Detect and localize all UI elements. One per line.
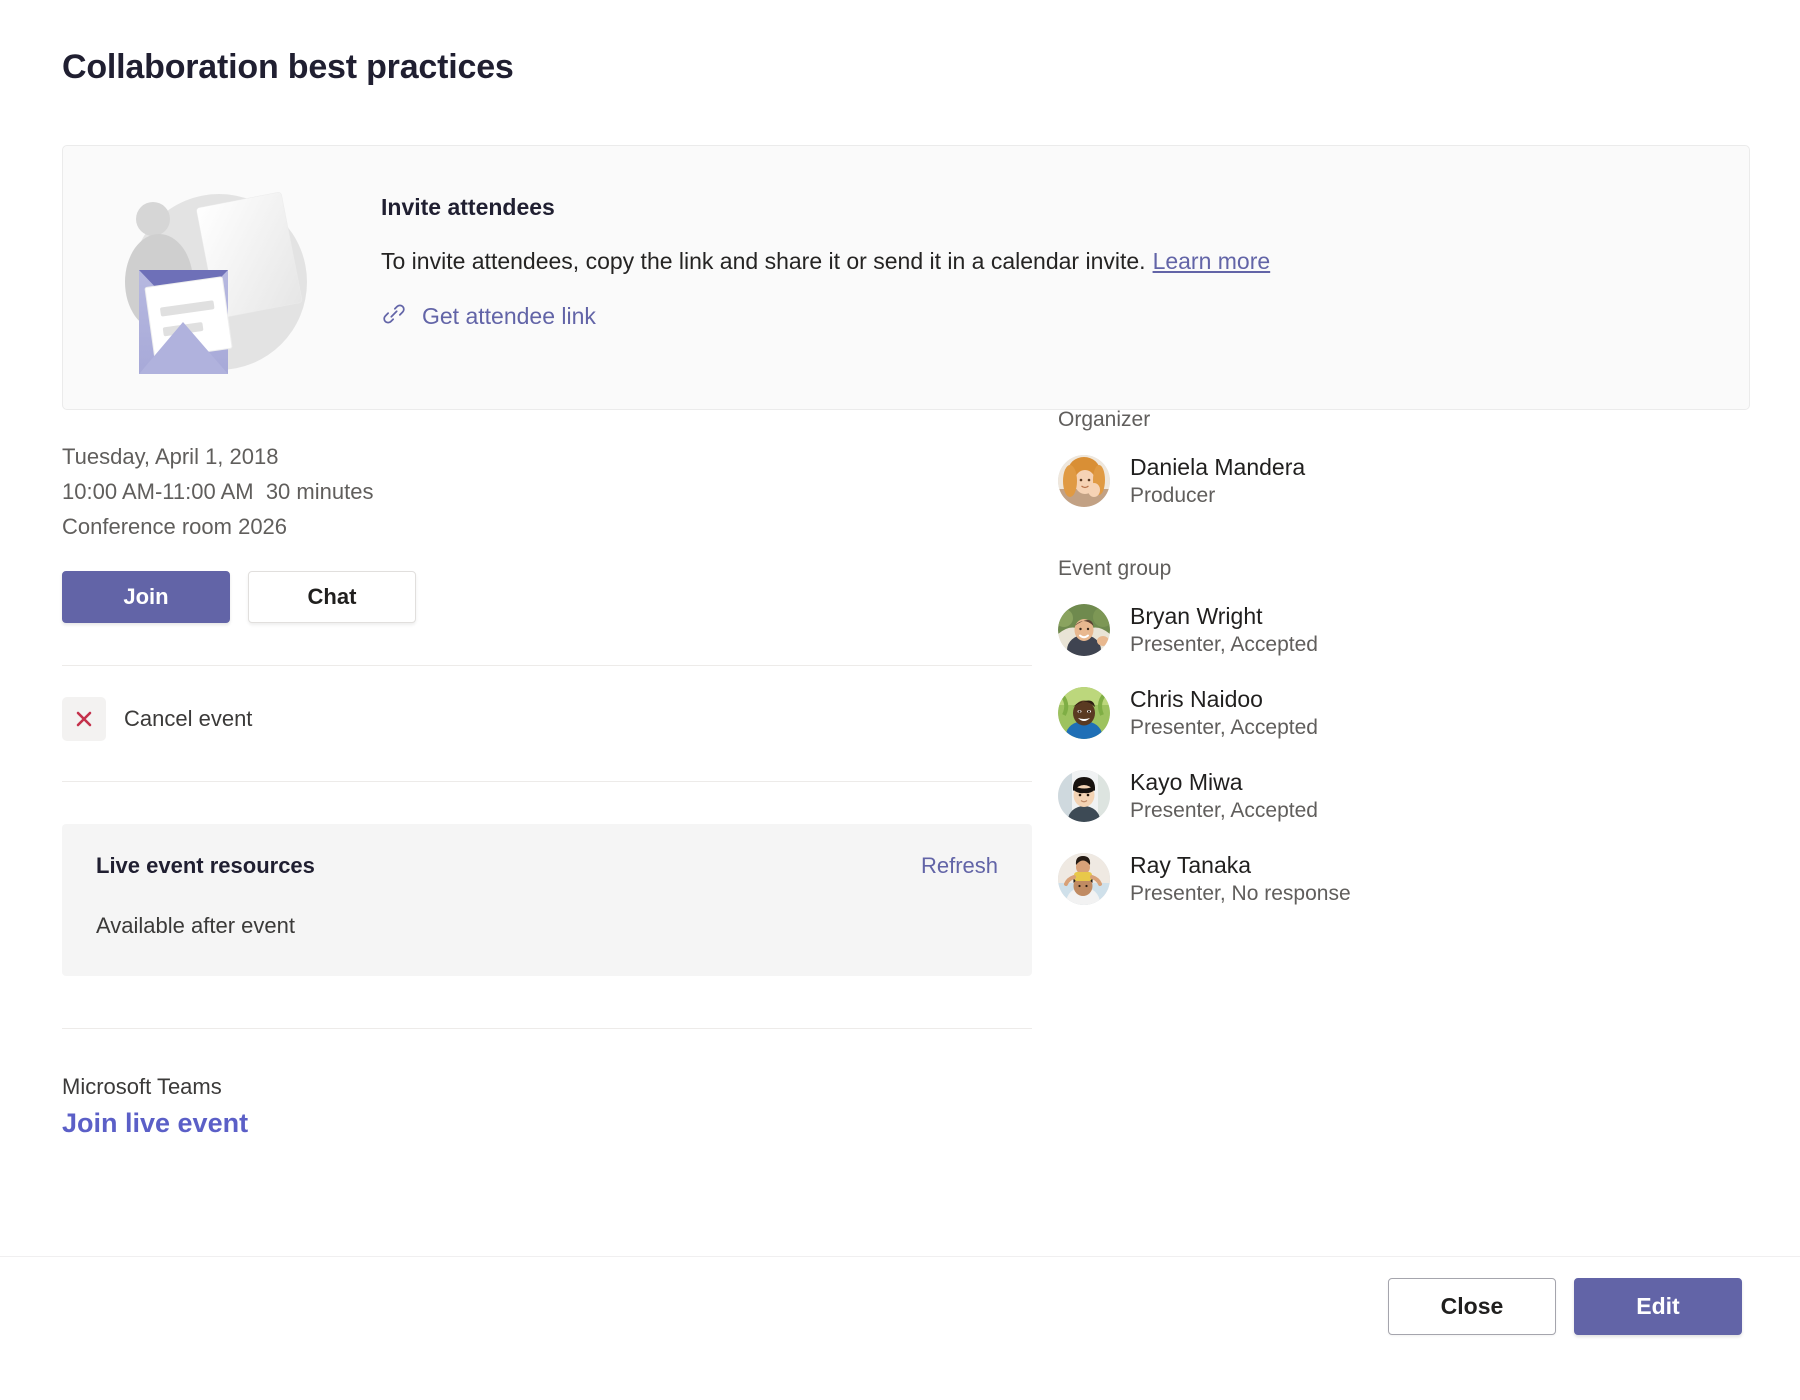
live-event-resources-status: Available after event (96, 913, 998, 939)
get-attendee-link-label: Get attendee link (422, 303, 596, 330)
event-date: Tuesday, April 1, 2018 (62, 440, 1032, 475)
list-item[interactable]: Ray Tanaka Presenter, No response (1058, 852, 1698, 907)
chat-button[interactable]: Chat (248, 571, 416, 623)
teams-provider-label: Microsoft Teams (62, 1074, 1032, 1100)
learn-more-link[interactable]: Learn more (1153, 248, 1271, 274)
organizer-role: Producer (1130, 484, 1305, 509)
member-text: Kayo Miwa Presenter, Accepted (1130, 769, 1318, 824)
join-button[interactable]: Join (62, 571, 230, 623)
invite-banner-heading: Invite attendees (381, 194, 1725, 221)
event-action-buttons: Join Chat (62, 571, 1032, 623)
footer-actions: Close Edit (1388, 1278, 1742, 1335)
invite-description-text: To invite attendees, copy the link and s… (381, 248, 1146, 274)
cancel-event-button[interactable]: Cancel event (62, 666, 1032, 741)
list-item[interactable]: Bryan Wright Presenter, Accepted (1058, 603, 1698, 658)
live-event-details-page: Collaboration best practices (0, 0, 1800, 1400)
event-group-section-label: Event group (1058, 557, 1698, 581)
avatar (1058, 853, 1110, 905)
close-button[interactable]: Close (1388, 1278, 1556, 1335)
organizer-section-label: Organizer (1058, 408, 1698, 432)
invite-banner-description: To invite attendees, copy the link and s… (381, 247, 1725, 276)
invite-illustration-icon (101, 164, 326, 384)
invite-attendees-banner: Invite attendees To invite attendees, co… (62, 145, 1750, 410)
page-title: Collaboration best practices (62, 48, 514, 87)
member-role: Presenter, Accepted (1130, 633, 1318, 658)
event-time: 10:00 AM-11:00 AM 30 minutes (62, 475, 1032, 510)
live-event-resources-title: Live event resources (96, 853, 998, 879)
member-name: Bryan Wright (1130, 603, 1318, 630)
edit-button[interactable]: Edit (1574, 1278, 1742, 1335)
member-role: Presenter, Accepted (1130, 716, 1318, 741)
invite-banner-body: Invite attendees To invite attendees, co… (381, 194, 1725, 332)
footer-divider (0, 1256, 1800, 1257)
avatar (1058, 455, 1110, 507)
event-details-column: Tuesday, April 1, 2018 10:00 AM-11:00 AM… (62, 440, 1032, 1139)
member-text: Bryan Wright Presenter, Accepted (1130, 603, 1318, 658)
close-x-icon (62, 697, 106, 741)
cancel-event-label: Cancel event (124, 706, 252, 732)
live-event-resources-card: Live event resources Refresh Available a… (62, 824, 1032, 976)
divider-below-cancel (62, 781, 1032, 782)
member-name: Chris Naidoo (1130, 686, 1318, 713)
avatar (1058, 687, 1110, 739)
organizer-text: Daniela Mandera Producer (1130, 454, 1305, 509)
join-live-event-link[interactable]: Join live event (62, 1108, 1032, 1139)
teams-join-block: Microsoft Teams Join live event (62, 1074, 1032, 1139)
link-icon (381, 301, 407, 332)
organizer-name: Daniela Mandera (1130, 454, 1305, 481)
member-text: Ray Tanaka Presenter, No response (1130, 852, 1351, 907)
member-role: Presenter, No response (1130, 882, 1351, 907)
member-name: Ray Tanaka (1130, 852, 1351, 879)
get-attendee-link-button[interactable]: Get attendee link (381, 301, 1725, 332)
divider-above-teams (62, 1028, 1032, 1029)
people-column: Organizer (1058, 408, 1698, 906)
avatar (1058, 604, 1110, 656)
list-item[interactable]: Chris Naidoo Presenter, Accepted (1058, 686, 1698, 741)
avatar (1058, 770, 1110, 822)
member-name: Kayo Miwa (1130, 769, 1318, 796)
member-role: Presenter, Accepted (1130, 799, 1318, 824)
event-location: Conference room 2026 (62, 510, 1032, 545)
refresh-resources-link[interactable]: Refresh (921, 853, 998, 879)
list-item[interactable]: Kayo Miwa Presenter, Accepted (1058, 769, 1698, 824)
member-text: Chris Naidoo Presenter, Accepted (1130, 686, 1318, 741)
organizer-row[interactable]: Daniela Mandera Producer (1058, 454, 1698, 509)
